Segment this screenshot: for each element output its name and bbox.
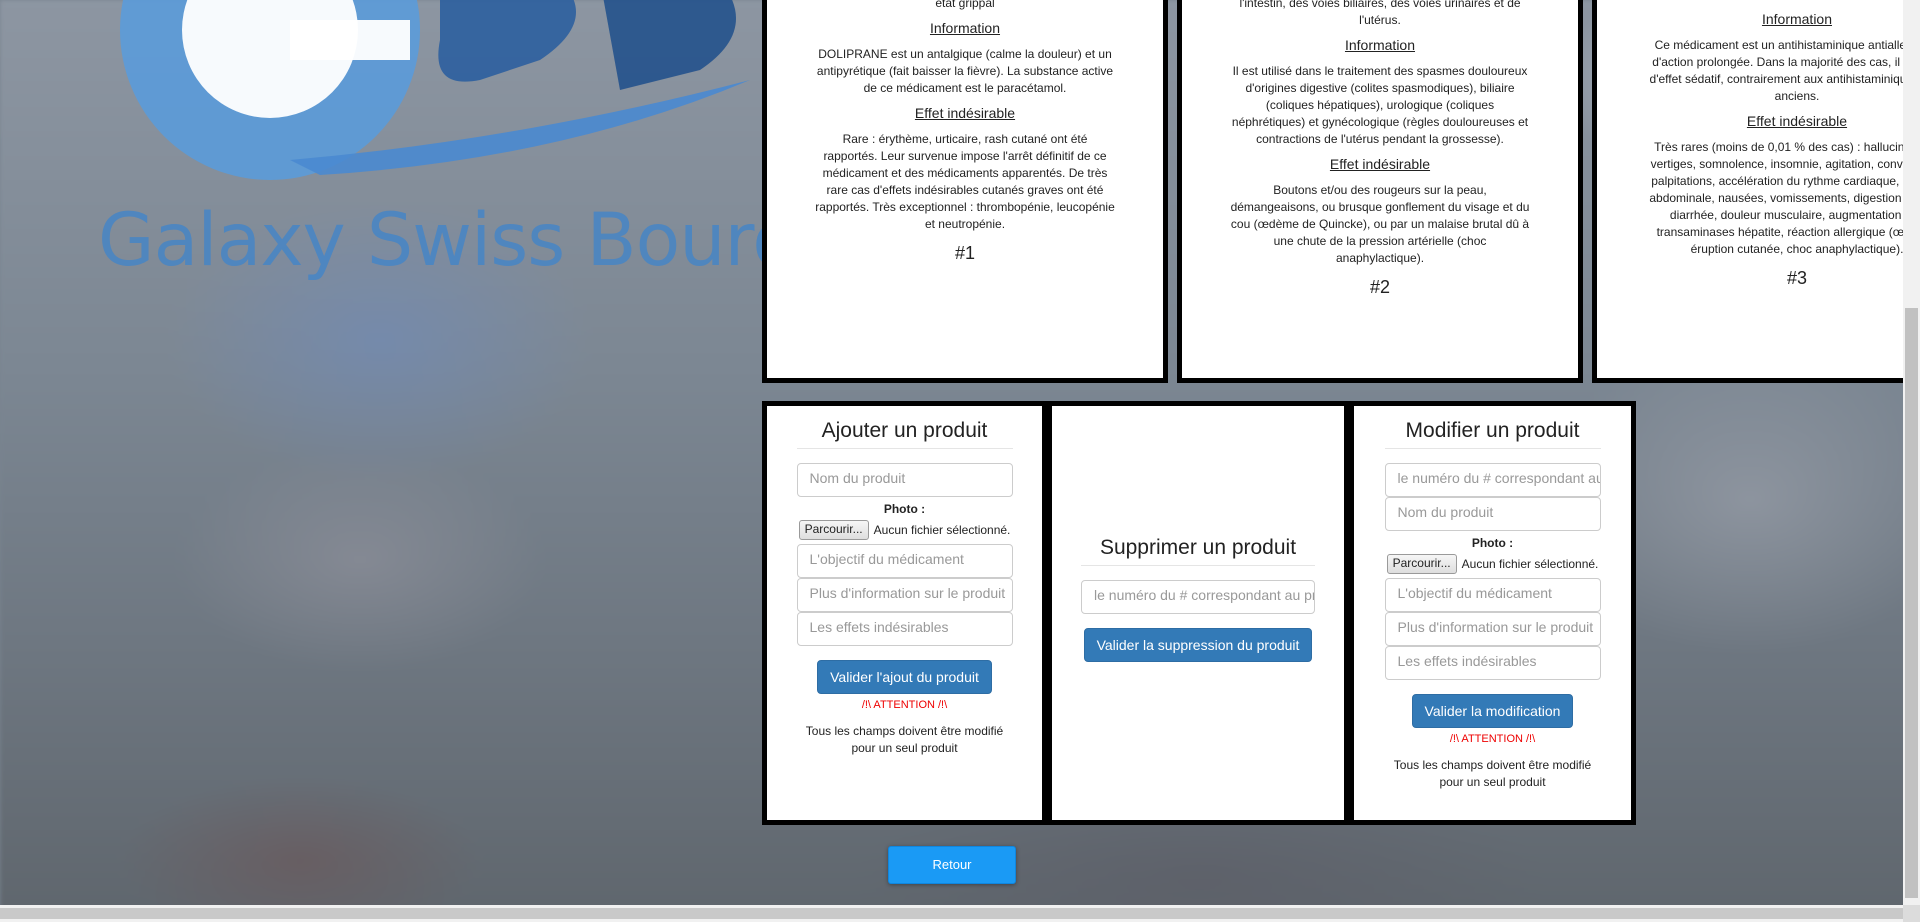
product-card-1: état grippal Information DOLIPRANE est u… [762, 0, 1168, 383]
product-number: #2 [1369, 277, 1391, 297]
product-card-3: Information Ce médicament est un antihis… [1592, 0, 1920, 383]
add-photo-file-row: Parcourir... Aucun fichier sélectionné. [767, 520, 1042, 540]
edit-note-text: Tous les champs doivent être modifié pou… [1393, 758, 1592, 789]
add-side-effects-input[interactable]: Les effets indésirables [796, 612, 1013, 646]
product-side-text: Très rares (moins de 0,01 % des cas) : h… [1649, 140, 1920, 256]
product-info-text: Il est utilisé dans le traitement des sp… [1231, 64, 1529, 146]
add-no-file-text: Aucun fichier sélectionné. [873, 523, 1011, 537]
edit-side-effects-input[interactable]: Les effets indésirables [1384, 646, 1601, 680]
vertical-scroll-thumb[interactable] [1905, 308, 1918, 898]
edit-attention-text: /!\ ATTENTION /!\ [1449, 733, 1536, 745]
edit-objective-input[interactable]: L'objectif du médicament [1384, 578, 1601, 612]
product-info-text: DOLIPRANE est un antalgique (calme la do… [816, 47, 1114, 95]
add-name-input[interactable]: Nom du produit [796, 463, 1013, 497]
add-product-title: Ajouter un produit [796, 419, 1013, 449]
add-browse-button[interactable]: Parcourir... [798, 520, 869, 540]
vertical-scrollbar[interactable] [1903, 0, 1920, 905]
product-info-heading: Information [929, 20, 1001, 36]
product-side-heading: Effet indésirable [1329, 156, 1431, 172]
delete-number-input[interactable]: le numéro du # correspondant au produit [1081, 580, 1315, 614]
product-side-text: Rare : érythème, urticaire, rash cutané … [815, 132, 1115, 231]
add-attention-text: /!\ ATTENTION /!\ [861, 699, 948, 711]
edit-info-input[interactable]: Plus d'information sur le produit [1384, 612, 1601, 646]
edit-number-input[interactable]: le numéro du # correspondant au produit [1384, 463, 1601, 497]
add-objective-input[interactable]: L'objectif du médicament [796, 544, 1013, 578]
edit-photo-label: Photo : [1471, 536, 1514, 550]
product-number: #3 [1786, 268, 1808, 288]
product-lead: état grippal [935, 0, 995, 10]
product-number: #1 [954, 243, 976, 263]
product-side-heading: Effet indésirable [1746, 113, 1848, 129]
edit-photo-file-row: Parcourir... Aucun fichier sélectionné. [1354, 554, 1631, 574]
edit-submit-button[interactable]: Valider la modification [1411, 694, 1574, 728]
scrollbar-corner [1903, 905, 1920, 922]
delete-product-panel: Supprimer un produit le numéro du # corr… [1052, 406, 1344, 820]
edit-product-panel: Modifier un produit le numéro du # corre… [1354, 406, 1631, 820]
delete-product-title: Supprimer un produit [1081, 536, 1315, 566]
edit-no-file-text: Aucun fichier sélectionné. [1461, 557, 1599, 571]
horizontal-scroll-thumb[interactable] [0, 908, 1903, 919]
horizontal-scrollbar[interactable] [0, 905, 1903, 922]
product-info-heading: Information [1344, 37, 1416, 53]
edit-name-input[interactable]: Nom du produit [1384, 497, 1601, 531]
product-side-text: Boutons et/ou des rougeurs sur la peau, … [1230, 183, 1530, 265]
retour-button[interactable]: Retour [888, 846, 1016, 884]
product-info-text: Ce médicament est un antihistaminique an… [1649, 38, 1920, 103]
product-info-heading: Information [1761, 11, 1833, 27]
add-note-text: Tous les champs doivent être modifié pou… [805, 724, 1004, 755]
add-submit-button[interactable]: Valider l'ajout du produit [817, 660, 992, 694]
product-card-2: l'intestin, des voies biliaires, des voi… [1177, 0, 1583, 383]
forms-row: Ajouter un produit Nom du produit Photo … [762, 401, 1636, 825]
edit-product-title: Modifier un produit [1384, 419, 1601, 449]
delete-submit-button[interactable]: Valider la suppression du produit [1083, 628, 1313, 662]
add-photo-label: Photo : [883, 502, 926, 516]
product-side-heading: Effet indésirable [914, 105, 1016, 121]
edit-browse-button[interactable]: Parcourir... [1386, 554, 1457, 574]
add-product-panel: Ajouter un produit Nom du produit Photo … [767, 406, 1042, 820]
product-lead: l'intestin, des voies biliaires, des voi… [1239, 0, 1521, 27]
logo-text: Galaxy Swiss Bourdin [98, 198, 863, 283]
add-info-input[interactable]: Plus d'information sur le produit [796, 578, 1013, 612]
